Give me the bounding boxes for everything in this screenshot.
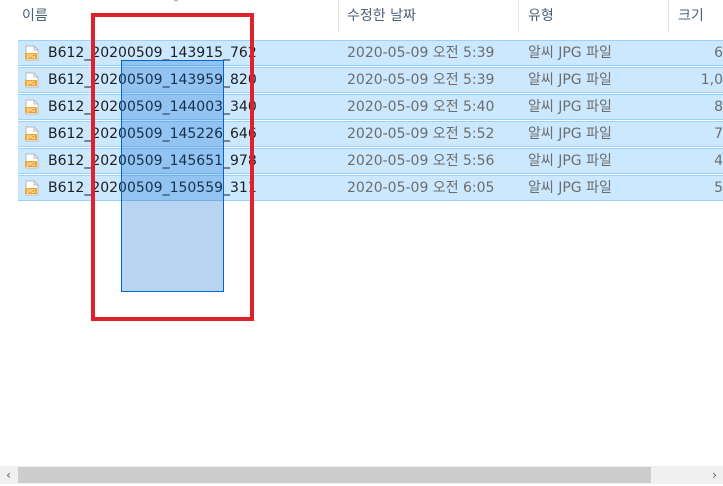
jpg-file-icon: JPG: [24, 126, 40, 142]
file-type: 알씨 JPG 파일: [528, 126, 612, 142]
chevron-right-icon[interactable]: ›: [706, 466, 723, 484]
svg-text:JPG: JPG: [26, 162, 35, 168]
svg-text:JPG: JPG: [26, 54, 35, 60]
file-size: 1,0: [700, 72, 723, 88]
file-explorer-window: 이름 ⌃ 수정한 날짜 유형 크기 JPG B612_20200509_14391…: [0, 0, 723, 486]
column-divider[interactable]: [338, 0, 339, 32]
svg-text:JPG: JPG: [26, 81, 35, 87]
chevron-left-icon[interactable]: ‹: [0, 466, 17, 484]
column-header-size[interactable]: 크기: [678, 0, 704, 32]
jpg-file-icon: JPG: [24, 153, 40, 169]
column-divider[interactable]: [518, 0, 519, 32]
file-size: 8: [714, 99, 723, 115]
jpg-file-icon: JPG: [24, 180, 40, 196]
file-type: 알씨 JPG 파일: [528, 153, 612, 169]
file-size: 7: [714, 126, 723, 142]
svg-text:JPG: JPG: [26, 108, 35, 114]
file-modified-date: 2020-05-09 오전 5:40: [347, 99, 495, 115]
column-header-date[interactable]: 수정한 날짜: [347, 0, 416, 32]
file-modified-date: 2020-05-09 오전 5:56: [347, 153, 495, 169]
file-type: 알씨 JPG 파일: [528, 72, 612, 88]
jpg-file-icon: JPG: [24, 45, 40, 61]
jpg-file-icon: JPG: [24, 72, 40, 88]
svg-text:JPG: JPG: [26, 135, 35, 141]
column-header-name[interactable]: 이름: [22, 0, 48, 32]
file-type: 알씨 JPG 파일: [528, 45, 612, 61]
svg-text:JPG: JPG: [26, 189, 35, 195]
file-size: 4: [714, 153, 723, 169]
file-modified-date: 2020-05-09 오전 6:05: [347, 180, 495, 196]
file-size: 5: [714, 180, 723, 196]
sort-ascending-icon: ⌃: [172, 0, 180, 9]
file-size: 6: [714, 45, 723, 61]
scrollbar-thumb[interactable]: [18, 467, 651, 483]
file-modified-date: 2020-05-09 오전 5:39: [347, 72, 495, 88]
jpg-file-icon: JPG: [24, 99, 40, 115]
column-header-type[interactable]: 유형: [528, 0, 554, 32]
file-modified-date: 2020-05-09 오전 5:52: [347, 126, 495, 142]
horizontal-scrollbar[interactable]: ‹ ›: [0, 466, 723, 484]
column-divider[interactable]: [668, 0, 669, 32]
file-modified-date: 2020-05-09 오전 5:39: [347, 45, 495, 61]
file-type: 알씨 JPG 파일: [528, 180, 612, 196]
red-highlight-box: [91, 13, 254, 321]
file-type: 알씨 JPG 파일: [528, 99, 612, 115]
